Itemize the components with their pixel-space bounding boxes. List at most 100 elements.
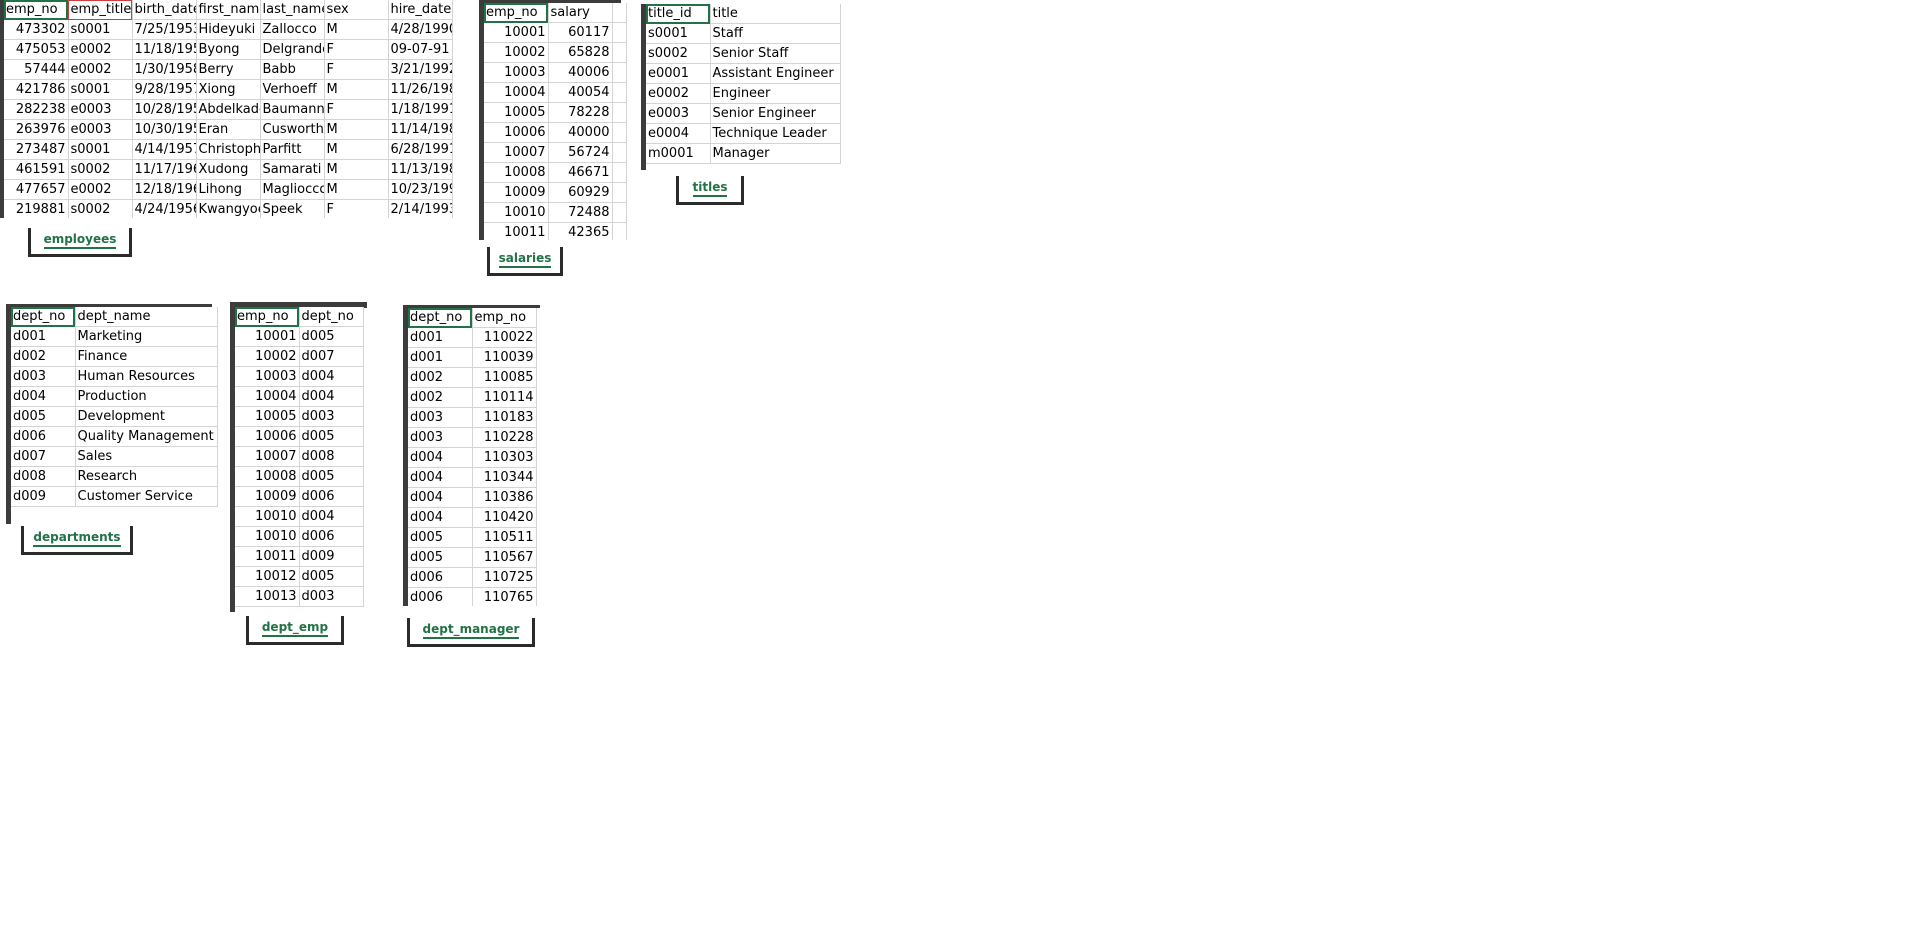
table-cell[interactable]: M xyxy=(324,19,389,40)
table-cell[interactable]: d004 xyxy=(408,507,473,528)
table-cell[interactable]: d004 xyxy=(408,467,473,488)
column-header-cell[interactable]: emp_no xyxy=(484,3,549,23)
table-cell[interactable]: 110420 xyxy=(472,507,537,528)
table-cell[interactable]: Technique Leader xyxy=(710,123,841,144)
table-cell[interactable]: 10002 xyxy=(235,346,300,367)
table-cell[interactable]: 2/14/1993 xyxy=(388,199,453,218)
table-cell[interactable]: d006 xyxy=(299,486,364,507)
table-cell[interactable]: 273487 xyxy=(4,139,69,160)
table-cell[interactable]: 10/30/195 xyxy=(132,119,197,140)
table-cell[interactable]: 10009 xyxy=(235,486,300,507)
table-cell[interactable]: d001 xyxy=(408,327,473,348)
table-cell[interactable]: M xyxy=(324,179,389,200)
table-cell[interactable]: 10005 xyxy=(235,406,300,427)
column-header-cell[interactable]: title_id xyxy=(646,4,711,24)
table-cell[interactable]: 10012 xyxy=(235,566,300,587)
table-cell[interactable]: 42365 xyxy=(548,222,613,240)
table-cell[interactable]: 475053 xyxy=(4,39,69,60)
table-cell[interactable]: s0001 xyxy=(646,23,711,44)
table-cell[interactable]: Lihong xyxy=(196,179,261,200)
table-cell[interactable]: e0003 xyxy=(68,119,133,140)
table-cell[interactable]: Verhoeff xyxy=(260,79,325,100)
table-cell[interactable]: 10011 xyxy=(484,222,549,240)
table-cell[interactable]: Development xyxy=(75,406,218,427)
table-cell[interactable]: Human Resources xyxy=(75,366,218,387)
tab-dept-manager[interactable]: dept_manager xyxy=(407,618,535,647)
table-cell[interactable]: d004 xyxy=(11,386,76,407)
table-cell[interactable] xyxy=(612,182,627,203)
table-cell[interactable]: 40000 xyxy=(548,122,613,143)
table-cell[interactable] xyxy=(612,82,627,103)
table-cell[interactable]: d004 xyxy=(299,366,364,387)
table-cell[interactable]: 110765 xyxy=(472,587,537,606)
table-cell[interactable]: 12/18/196 xyxy=(132,179,197,200)
table-cell[interactable]: d005 xyxy=(408,527,473,548)
table-cell[interactable]: Customer Service xyxy=(75,486,218,507)
table-cell[interactable]: 110114 xyxy=(472,387,537,408)
table-cell[interactable]: Engineer xyxy=(710,83,841,104)
table-cell[interactable]: 110183 xyxy=(472,407,537,428)
table-cell[interactable]: 10/28/195 xyxy=(132,99,197,120)
table-cell[interactable]: 78228 xyxy=(548,102,613,123)
table-cell[interactable]: e0002 xyxy=(68,179,133,200)
table-cell[interactable]: 110085 xyxy=(472,367,537,388)
table-cell[interactable]: s0001 xyxy=(68,19,133,40)
table-cell[interactable]: d008 xyxy=(299,446,364,467)
column-header-cell[interactable]: hire_date xyxy=(388,0,453,20)
table-cell[interactable]: d002 xyxy=(11,346,76,367)
table-cell[interactable]: 57444 xyxy=(4,59,69,80)
table-cell[interactable]: 4/14/1957 xyxy=(132,139,197,160)
table-cell[interactable]: d005 xyxy=(299,566,364,587)
column-header-cell[interactable]: emp_no xyxy=(235,307,300,327)
table-cell[interactable]: 110022 xyxy=(472,327,537,348)
table-cell[interactable] xyxy=(612,222,627,240)
table-cell[interactable]: 10001 xyxy=(484,22,549,43)
table-cell[interactable]: Finance xyxy=(75,346,218,367)
column-header-cell[interactable] xyxy=(612,3,627,23)
table-cell[interactable]: d005 xyxy=(299,426,364,447)
table-cell[interactable]: d003 xyxy=(408,407,473,428)
table-cell[interactable]: 7/25/1953 xyxy=(132,19,197,40)
table-cell[interactable]: 219881 xyxy=(4,199,69,218)
table-cell[interactable]: 421786 xyxy=(4,79,69,100)
table-cell[interactable]: Babb xyxy=(260,59,325,80)
table-cell[interactable]: d005 xyxy=(299,326,364,347)
column-header-cell[interactable]: title xyxy=(710,4,841,24)
table-cell[interactable]: d004 xyxy=(299,506,364,527)
table-cell[interactable]: d006 xyxy=(408,587,473,606)
table-cell[interactable]: 263976 xyxy=(4,119,69,140)
table-cell[interactable]: 10004 xyxy=(484,82,549,103)
table-cell[interactable]: 6/28/1991 xyxy=(388,139,453,160)
table-cell[interactable]: 110039 xyxy=(472,347,537,368)
table-cell[interactable]: F xyxy=(324,59,389,80)
table-cell[interactable]: Samarati xyxy=(260,159,325,180)
table-cell[interactable]: d002 xyxy=(408,367,473,388)
table-cell[interactable]: 10003 xyxy=(235,366,300,387)
table-cell[interactable]: Delgrande xyxy=(260,39,325,60)
table-cell[interactable]: 110511 xyxy=(472,527,537,548)
tab-employees[interactable]: employees xyxy=(28,228,132,257)
table-cell[interactable]: 10007 xyxy=(484,142,549,163)
table-cell[interactable]: 1/30/1958 xyxy=(132,59,197,80)
table-cell[interactable]: Berry xyxy=(196,59,261,80)
table-cell[interactable]: 110386 xyxy=(472,487,537,508)
table-cell[interactable] xyxy=(612,62,627,83)
table-cell[interactable]: 9/28/1957 xyxy=(132,79,197,100)
table-cell[interactable]: Research xyxy=(75,466,218,487)
table-cell[interactable]: d006 xyxy=(408,567,473,588)
table-cell[interactable] xyxy=(612,122,627,143)
table-cell[interactable]: 110228 xyxy=(472,427,537,448)
table-cell[interactable]: m0001 xyxy=(646,143,711,164)
table-cell[interactable]: d009 xyxy=(11,486,76,507)
table-cell[interactable]: Xiong xyxy=(196,79,261,100)
table-cell[interactable]: 10005 xyxy=(484,102,549,123)
table-cell[interactable]: e0003 xyxy=(646,103,711,124)
table-cell[interactable]: s0002 xyxy=(68,159,133,180)
table-cell[interactable]: 10010 xyxy=(235,506,300,527)
table-cell[interactable]: d006 xyxy=(11,426,76,447)
table-cell[interactable]: Staff xyxy=(710,23,841,44)
table-cell[interactable]: e0004 xyxy=(646,123,711,144)
table-cell[interactable]: 10006 xyxy=(484,122,549,143)
table-cell[interactable]: F xyxy=(324,39,389,60)
table-cell[interactable]: d001 xyxy=(11,326,76,347)
